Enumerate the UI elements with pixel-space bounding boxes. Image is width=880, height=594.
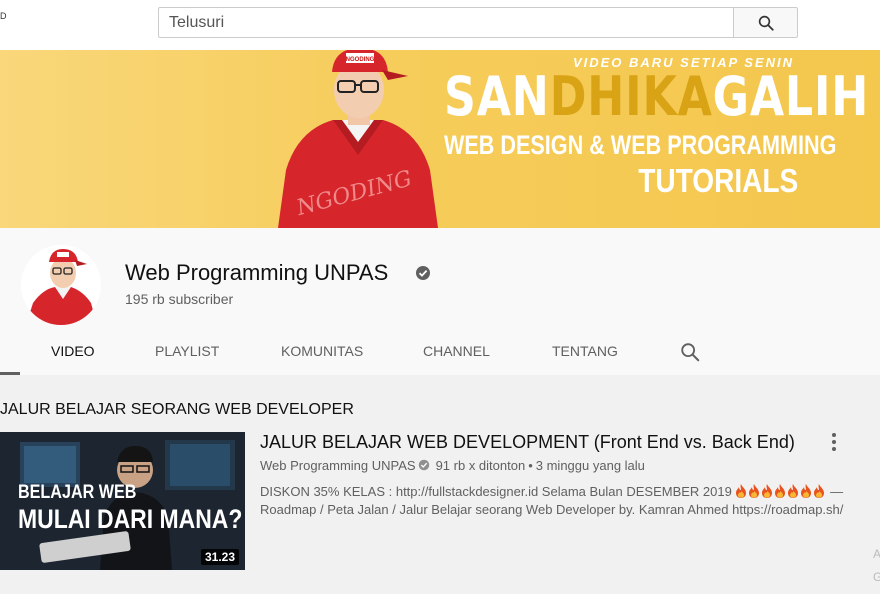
description-line-1: DISKON 35% KELAS : http://fullstackdesig… <box>260 483 860 501</box>
search-input[interactable] <box>158 7 734 38</box>
description-text: DISKON 35% KELAS : http://fullstackdesig… <box>260 484 732 499</box>
banner-name-part: SAN <box>444 65 550 128</box>
edge-fragment: A <box>873 547 880 561</box>
banner-name-highlight: DHIKA <box>549 65 713 128</box>
search-button[interactable] <box>733 7 798 38</box>
top-bar: D <box>0 0 880 50</box>
tab-channel[interactable]: CHANNEL <box>423 328 490 375</box>
channel-banner: NGODING NGODING VIDEO BARU SETIAP SENIN … <box>0 50 880 228</box>
banner-subtitle-2: TUTORIALS <box>638 162 798 199</box>
video-channel-name[interactable]: Web Programming UNPAS <box>260 458 416 473</box>
tab-playlist[interactable]: PLAYLIST <box>155 328 219 375</box>
description-line-2: Roadmap / Peta Jalan / Jalur Belajar seo… <box>260 502 844 517</box>
check-circle-icon <box>418 459 429 471</box>
video-description: DISKON 35% KELAS : http://fullstackdesig… <box>260 483 860 519</box>
search-icon <box>758 15 774 31</box>
fire-icon <box>762 484 773 498</box>
avatar-image <box>21 245 101 325</box>
video-meta: Web Programming UNPAS 91 rb x ditonton • 3 … <box>260 458 645 473</box>
logo-fragment[interactable]: D <box>0 11 7 21</box>
video-title[interactable]: JALUR BELAJAR WEB DEVELOPMENT (Front End… <box>260 432 795 453</box>
banner-name-part: GALIH <box>712 65 870 128</box>
description-text: — <box>826 484 844 499</box>
check-circle-icon <box>416 266 430 280</box>
fire-icon <box>788 484 799 498</box>
upload-age: 3 minggu yang lalu <box>535 458 645 473</box>
channel-header: Web Programming UNPAS 195 rb subscriber … <box>0 228 880 375</box>
subscriber-count: 195 rb subscriber <box>125 291 234 307</box>
tab-tentang[interactable]: TENTANG <box>552 328 618 375</box>
cap-logo: NGODING <box>346 57 375 63</box>
view-count: 91 rb x ditonton <box>435 458 526 473</box>
channel-name: Web Programming UNPAS <box>125 260 389 285</box>
banner-subtitle: WEB DESIGN & WEB PROGRAMMING <box>444 130 837 160</box>
edge-fragment: G <box>873 570 880 584</box>
fire-icon-row <box>735 484 826 499</box>
fire-icon <box>736 484 747 498</box>
video-section: JALUR BELAJAR SEORANG WEB DEVELOPER BELA… <box>0 375 880 594</box>
section-title[interactable]: JALUR BELAJAR SEORANG WEB DEVELOPER <box>0 401 354 419</box>
fire-icon <box>814 484 825 498</box>
fire-icon <box>775 484 786 498</box>
thumbnail-caption-2: MULAI DARI MANA? <box>18 504 243 534</box>
video-thumbnail[interactable]: BELAJAR WEB MULAI DARI MANA? 31.23 <box>0 432 245 570</box>
avatar[interactable] <box>21 245 101 325</box>
tab-komunitas[interactable]: KOMUNITAS <box>281 328 363 375</box>
tab-video[interactable]: VIDEO <box>51 328 95 375</box>
banner-person-illustration: NGODING NGODING <box>278 50 438 228</box>
fire-icon <box>749 484 760 498</box>
thumbnail-caption-1: BELAJAR WEB <box>18 482 137 503</box>
video-duration: 31.23 <box>200 549 239 565</box>
meta-separator: • <box>528 458 533 473</box>
search-icon[interactable] <box>679 341 701 363</box>
banner-title: SANDHIKAGALIH <box>444 66 869 128</box>
more-vert-icon[interactable] <box>826 431 842 453</box>
channel-tabs: VIDEO PLAYLIST KOMUNITAS CHANNEL TENTANG <box>0 328 880 375</box>
fire-icon <box>801 484 812 498</box>
